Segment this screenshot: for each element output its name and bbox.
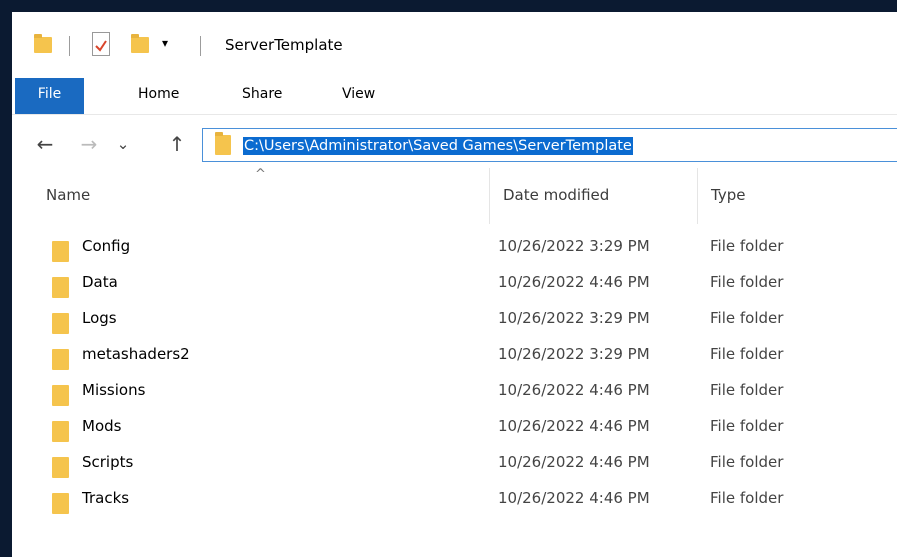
item-date: 10/26/2022 3:29 PM bbox=[498, 345, 650, 363]
new-folder-icon[interactable] bbox=[131, 34, 149, 53]
separator bbox=[200, 36, 201, 56]
tab-home[interactable]: Home bbox=[138, 78, 179, 114]
column-header-date[interactable]: Date modified bbox=[503, 186, 609, 204]
tab-file[interactable]: File bbox=[15, 78, 84, 114]
folder-icon bbox=[52, 421, 69, 442]
item-name: Mods bbox=[82, 417, 122, 435]
window-title: ServerTemplate bbox=[225, 36, 343, 54]
forward-arrow-icon: → bbox=[80, 132, 98, 156]
item-date: 10/26/2022 4:46 PM bbox=[498, 381, 650, 399]
item-date: 10/26/2022 4:46 PM bbox=[498, 417, 650, 435]
item-name: Logs bbox=[82, 309, 117, 327]
folder-icon bbox=[215, 132, 231, 155]
address-bar[interactable]: C:\Users\Administrator\Saved Games\Serve… bbox=[202, 128, 897, 162]
folder-icon bbox=[34, 34, 52, 53]
folder-icon bbox=[52, 385, 69, 406]
up-button[interactable]: ↑ bbox=[162, 122, 192, 166]
list-item[interactable]: Missions 10/26/2022 4:46 PM File folder bbox=[12, 374, 897, 410]
item-date: 10/26/2022 3:29 PM bbox=[498, 309, 650, 327]
forward-button[interactable]: → bbox=[74, 122, 104, 166]
list-item[interactable]: Data 10/26/2022 4:46 PM File folder bbox=[12, 266, 897, 302]
list-item[interactable]: Logs 10/26/2022 3:29 PM File folder bbox=[12, 302, 897, 338]
navigation-bar: ← → ⌄ ↑ C:\Users\Administrator\Saved Gam… bbox=[12, 122, 897, 166]
folder-icon bbox=[52, 349, 69, 370]
item-type: File folder bbox=[710, 417, 784, 435]
title-bar: ▾ ServerTemplate bbox=[12, 12, 897, 78]
sort-ascending-icon: ^ bbox=[255, 167, 266, 182]
folder-icon bbox=[52, 277, 69, 298]
ribbon: File Home Share View bbox=[12, 78, 897, 115]
folder-icon bbox=[52, 313, 69, 334]
item-name: Data bbox=[82, 273, 118, 291]
recent-locations-button[interactable]: ⌄ bbox=[112, 122, 134, 166]
list-item[interactable]: Scripts 10/26/2022 4:46 PM File folder bbox=[12, 446, 897, 482]
item-name: Missions bbox=[82, 381, 146, 399]
item-name: Tracks bbox=[82, 489, 130, 507]
item-date: 10/26/2022 4:46 PM bbox=[498, 489, 650, 507]
back-arrow-icon: ← bbox=[36, 132, 54, 156]
separator bbox=[69, 36, 70, 56]
tab-share[interactable]: Share bbox=[242, 78, 282, 114]
properties-icon[interactable] bbox=[92, 32, 110, 56]
folder-icon bbox=[52, 493, 69, 514]
item-date: 10/26/2022 4:46 PM bbox=[498, 453, 650, 471]
address-path[interactable]: C:\Users\Administrator\Saved Games\Serve… bbox=[243, 137, 633, 155]
list-item[interactable]: Config 10/26/2022 3:29 PM File folder bbox=[12, 230, 897, 266]
item-name: Config bbox=[82, 237, 131, 255]
item-type: File folder bbox=[710, 273, 784, 291]
item-type: File folder bbox=[710, 381, 784, 399]
window-frame-left bbox=[0, 0, 12, 557]
item-name: Scripts bbox=[82, 453, 134, 471]
folder-icon bbox=[52, 457, 69, 478]
item-date: 10/26/2022 3:29 PM bbox=[498, 237, 650, 255]
list-item[interactable]: Mods 10/26/2022 4:46 PM File folder bbox=[12, 410, 897, 446]
item-type: File folder bbox=[710, 309, 784, 327]
column-divider[interactable] bbox=[489, 168, 490, 224]
item-type: File folder bbox=[710, 345, 784, 363]
folder-icon bbox=[52, 241, 69, 262]
item-type: File folder bbox=[710, 237, 784, 255]
column-header-type[interactable]: Type bbox=[711, 186, 745, 204]
list-item[interactable]: metashaders2 10/26/2022 3:29 PM File fol… bbox=[12, 338, 897, 374]
customize-toolbar-icon[interactable]: ▾ bbox=[162, 36, 168, 50]
back-button[interactable]: ← bbox=[30, 122, 60, 166]
column-header-name[interactable]: Name bbox=[46, 186, 90, 204]
item-name: metashaders2 bbox=[82, 345, 190, 363]
chevron-down-icon: ⌄ bbox=[116, 135, 130, 153]
item-type: File folder bbox=[710, 489, 784, 507]
item-type: File folder bbox=[710, 453, 784, 471]
window-frame-top bbox=[0, 0, 897, 12]
tab-view[interactable]: View bbox=[342, 78, 375, 114]
column-divider[interactable] bbox=[697, 168, 698, 224]
checkmark-icon bbox=[95, 40, 107, 52]
item-date: 10/26/2022 4:46 PM bbox=[498, 273, 650, 291]
up-arrow-icon: ↑ bbox=[168, 132, 186, 156]
list-item[interactable]: Tracks 10/26/2022 4:46 PM File folder bbox=[12, 482, 897, 518]
